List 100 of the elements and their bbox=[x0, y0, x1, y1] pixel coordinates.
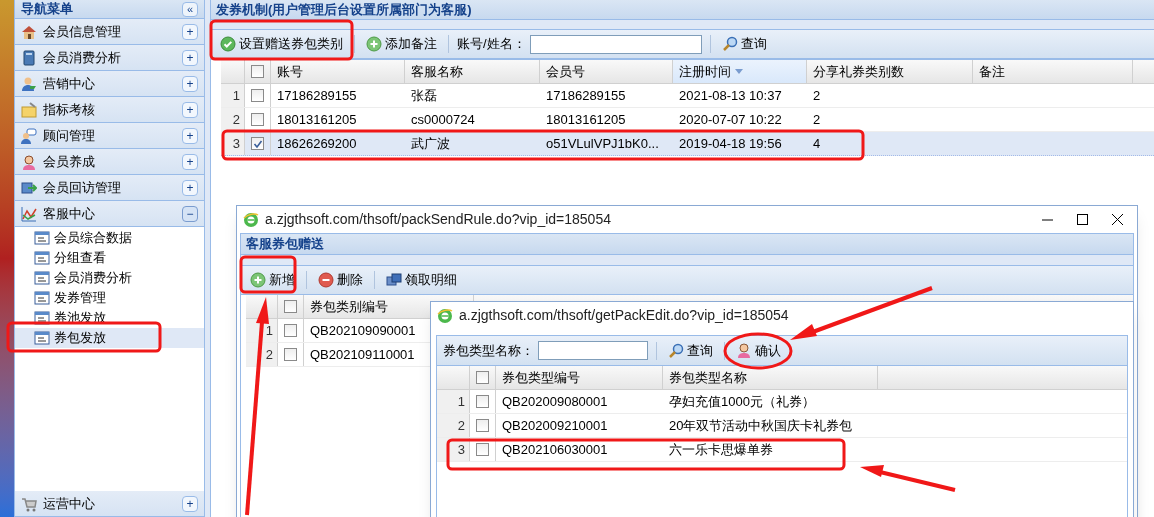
browser-icon bbox=[243, 211, 259, 228]
accordion-header[interactable]: 指标考核 + bbox=[15, 97, 204, 123]
window-url: a.zjgthsoft.com/thsoft/packSendRule.do?vip_id=185054 bbox=[265, 210, 612, 229]
plus-circle-icon bbox=[250, 272, 266, 288]
highlight-ellipse bbox=[723, 332, 793, 370]
table-cell-text: cs0000724 bbox=[411, 110, 475, 129]
tree-item[interactable]: 发券管理 bbox=[15, 288, 204, 308]
close-icon[interactable] bbox=[1112, 214, 1123, 225]
accordion-label: 客服中心 bbox=[43, 204, 96, 223]
expand-button[interactable]: + bbox=[182, 75, 198, 92]
expand-button[interactable]: + bbox=[182, 179, 198, 196]
column-header[interactable]: 券包类型编号 bbox=[496, 366, 663, 389]
highlight-rectangle bbox=[239, 255, 297, 294]
expand-button[interactable]: + bbox=[182, 127, 198, 144]
select-all-checkbox[interactable] bbox=[284, 300, 297, 313]
table-cell-text: 2019-04-18 19:56 bbox=[679, 134, 782, 153]
maximize-icon[interactable] bbox=[1077, 214, 1088, 225]
accordion-header[interactable]: 营销中心 + bbox=[15, 71, 204, 97]
table-row[interactable]: 3 QB202106030001 六一乐卡思爆单券 bbox=[437, 438, 1127, 462]
check-circle-icon bbox=[220, 36, 236, 52]
windows-icon bbox=[386, 272, 402, 288]
list-icon bbox=[34, 291, 50, 305]
row-checkbox[interactable] bbox=[251, 137, 264, 150]
accordion-label: 会员信息管理 bbox=[43, 22, 122, 41]
table-cell-text: o51VLulVPJ1bK0... bbox=[546, 134, 659, 153]
list-icon bbox=[34, 331, 50, 345]
person-icon bbox=[736, 342, 752, 359]
table-row[interactable]: 3 18626269200 武广波 o51VLulVPJ1bK0... 2019-04-18 19:56 4 bbox=[221, 132, 1154, 156]
table-cell-text: 孕妇充值1000元（礼券） bbox=[669, 392, 815, 411]
expand-button[interactable]: + bbox=[182, 495, 198, 512]
toolbar-button[interactable]: 新增 bbox=[247, 269, 298, 291]
accordion-header[interactable]: 会员养成 + bbox=[15, 149, 204, 175]
search-icon bbox=[668, 342, 684, 359]
table-cell-text: QB202009210001 bbox=[502, 416, 608, 435]
search-field[interactable] bbox=[529, 34, 702, 54]
select-all-checkbox[interactable] bbox=[476, 371, 489, 384]
row-checkbox[interactable] bbox=[476, 419, 489, 432]
tree-item[interactable]: 会员综合数据 bbox=[15, 228, 204, 248]
search-field[interactable] bbox=[538, 341, 648, 360]
table-cell-text: 张磊 bbox=[411, 86, 437, 105]
accordion-header[interactable]: 会员信息管理 + bbox=[15, 19, 204, 45]
row-checkbox[interactable] bbox=[284, 324, 297, 337]
column-header[interactable]: 客服名称 bbox=[405, 60, 540, 83]
table-cell-text: 4 bbox=[813, 134, 821, 153]
row-checkbox[interactable] bbox=[476, 443, 489, 456]
accordion-header[interactable]: 顾问管理 + bbox=[15, 123, 204, 149]
minus-circle-icon bbox=[318, 272, 334, 288]
toolbar-button[interactable]: 领取明细 bbox=[383, 269, 460, 291]
expand-button[interactable]: + bbox=[182, 153, 198, 170]
expand-button[interactable]: + bbox=[182, 23, 198, 40]
sidebar-title: 导航菜单 bbox=[21, 0, 73, 19]
table-row[interactable]: 1 17186289155 张磊 17186289155 2021-08-13 10:37 2 bbox=[221, 84, 1154, 108]
plus-circle-icon bbox=[366, 36, 382, 52]
column-header[interactable]: 券包类型名称 bbox=[663, 366, 878, 389]
table-cell-text: 18626269200 bbox=[277, 134, 357, 153]
table-row[interactable]: 2 QB202009210001 20年双节活动中秋国庆卡礼券包 bbox=[437, 414, 1127, 438]
row-number: 1 bbox=[221, 84, 245, 107]
table-cell-text: 武广波 bbox=[411, 134, 450, 153]
table-cell-text: QB202109110001 bbox=[310, 345, 415, 364]
collapse-button[interactable]: − bbox=[182, 205, 198, 222]
screen-arrow-icon bbox=[21, 179, 37, 196]
tree-item[interactable]: 会员消费分析 bbox=[15, 268, 204, 288]
expand-button[interactable]: + bbox=[182, 49, 198, 66]
search-button[interactable]: 查询 bbox=[718, 33, 770, 55]
accordion-header[interactable]: 运营中心 + bbox=[15, 491, 204, 517]
table-cell-text: 18013161205 bbox=[546, 110, 626, 129]
field-label: 券包类型名称： bbox=[443, 341, 534, 360]
tree-item[interactable]: 分组查看 bbox=[15, 248, 204, 268]
toolbar-button[interactable]: 设置赠送券包类别 bbox=[217, 33, 346, 55]
collapse-button[interactable]: « bbox=[182, 1, 198, 17]
tree-item[interactable]: 券包发放 bbox=[15, 328, 204, 348]
toolbar-button[interactable]: 添加备注 bbox=[363, 33, 440, 55]
expand-button[interactable]: + bbox=[182, 101, 198, 118]
toolbar-button[interactable]: 确认 bbox=[733, 339, 784, 362]
row-checkbox[interactable] bbox=[251, 89, 264, 102]
accordion-label: 顾问管理 bbox=[43, 126, 96, 145]
column-header[interactable]: 分享礼券类别数 bbox=[807, 60, 973, 83]
sort-arrow-icon bbox=[735, 69, 743, 74]
column-header[interactable]: 注册时间 bbox=[673, 60, 807, 83]
person-icon bbox=[21, 153, 37, 170]
row-checkbox[interactable] bbox=[476, 395, 489, 408]
column-header[interactable]: 备注 bbox=[973, 60, 1133, 83]
select-all-checkbox[interactable] bbox=[251, 65, 264, 78]
toolbar-button[interactable]: 删除 bbox=[315, 269, 366, 291]
accordion-header[interactable]: 会员回访管理 + bbox=[15, 175, 204, 201]
accordion-header[interactable]: 会员消费分析 + bbox=[15, 45, 204, 71]
row-checkbox[interactable] bbox=[284, 348, 297, 361]
row-checkbox[interactable] bbox=[251, 113, 264, 126]
column-header[interactable]: 账号 bbox=[271, 60, 405, 83]
table-row[interactable]: 1 QB202009080001 孕妇充值1000元（礼券） bbox=[437, 390, 1127, 414]
table-cell-text: 2020-07-07 10:22 bbox=[679, 110, 782, 129]
table-cell-text: 17186289155 bbox=[277, 86, 357, 105]
browser-icon bbox=[437, 307, 453, 324]
accordion-label: 会员消费分析 bbox=[43, 48, 122, 67]
accordion-header[interactable]: 客服中心 − bbox=[15, 201, 204, 227]
table-cell-text: 2 bbox=[813, 110, 821, 129]
table-cell-text: QB202009080001 bbox=[502, 392, 608, 411]
search-button[interactable]: 查询 bbox=[665, 339, 716, 362]
accordion-label: 营销中心 bbox=[43, 74, 96, 93]
table-row[interactable]: 2 18013161205 cs0000724 18013161205 2020-07-07 10:22 2 bbox=[221, 108, 1154, 132]
